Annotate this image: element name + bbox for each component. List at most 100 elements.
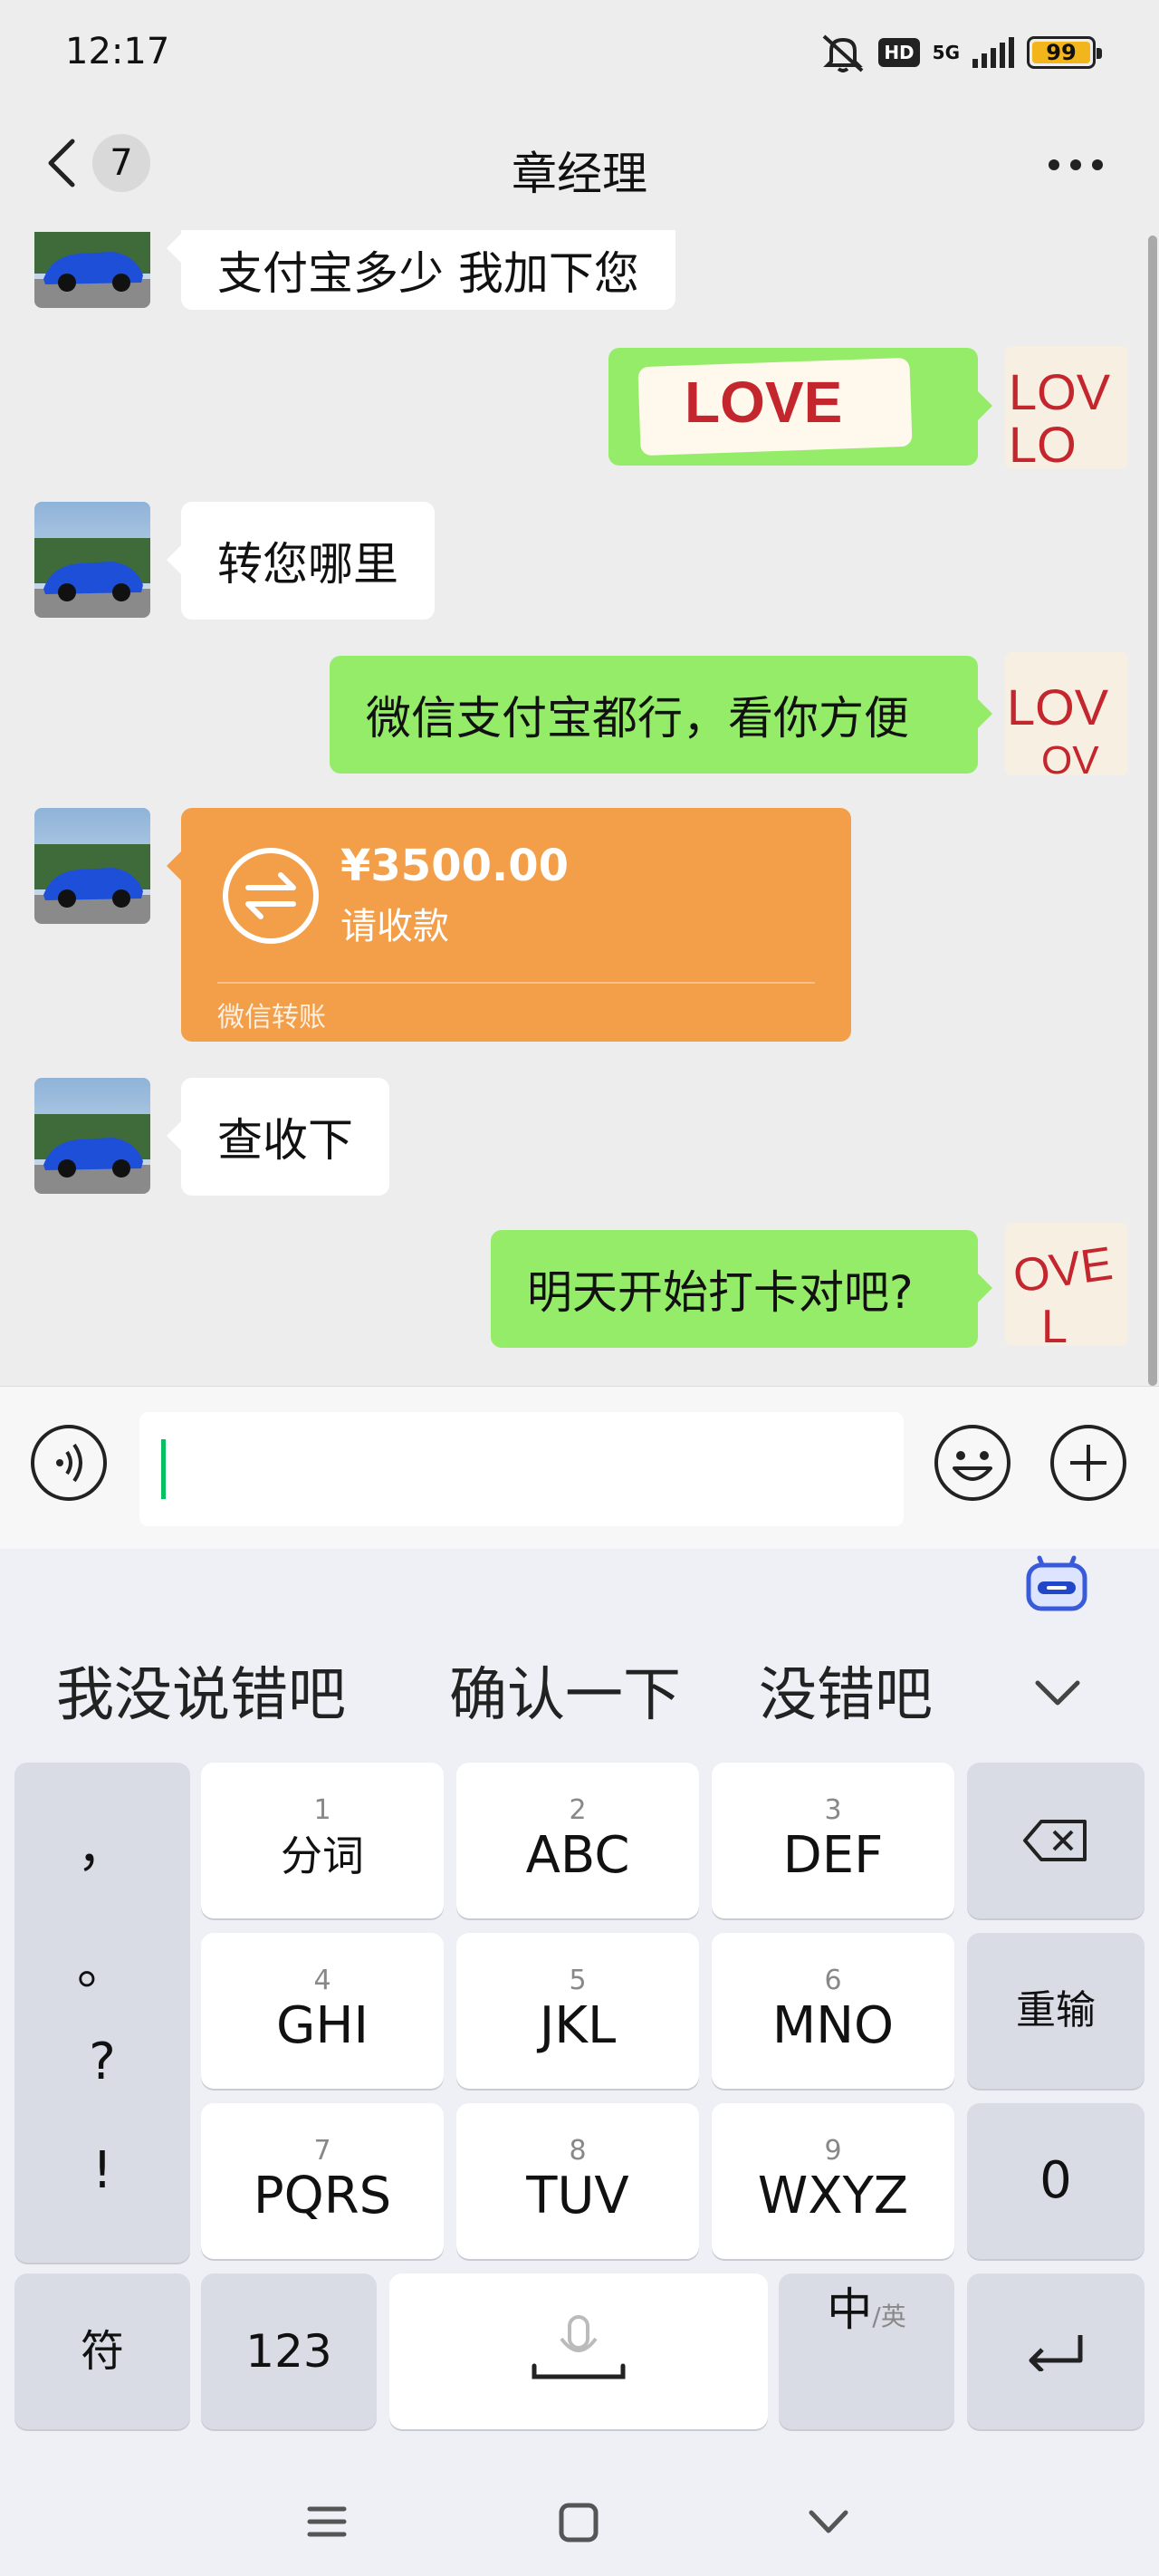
chevron-down-icon[interactable] [1032,1677,1083,1708]
message-bubble[interactable]: 转您哪里 [167,502,435,620]
key-number: 2 [569,1794,587,1826]
punct-key[interactable]: 。 [14,1926,190,1999]
message-bubble[interactable]: 明天开始打卡对吧? [491,1230,992,1348]
love-sticker-image: LOVE [637,358,913,456]
keyboard-assistant-bot-icon[interactable] [1023,1549,1090,1614]
key-label: 重输 [1016,1987,1096,2033]
key-label: 符 [80,2326,124,2377]
key-8[interactable]: 8 TUV [456,2103,699,2259]
my-avatar[interactable]: LOV LO [1005,346,1128,469]
punct-key[interactable]: ! [14,2141,190,2200]
key-number: 8 [569,2135,587,2167]
page-title: 章经理 [512,148,647,200]
menu-icon[interactable] [306,2504,348,2540]
key-number: 3 [824,1794,842,1826]
key-6[interactable]: 6 MNO [712,1933,954,2089]
sticker-text: LOVE [685,370,842,435]
key-label: GHI [275,1996,369,2055]
my-avatar[interactable]: LOV OV [1005,652,1128,775]
punctuation-column[interactable]: ， 。 ? ! [14,1763,190,2263]
mute-bell-icon [822,34,864,72]
more-options-icon[interactable] [1049,159,1103,170]
key-label: DEF [782,1826,884,1885]
voice-input-icon[interactable] [29,1423,109,1503]
key-9[interactable]: 9 WXYZ [712,2103,954,2259]
key-5[interactable]: 5 JKL [456,1933,699,2089]
svg-text:LO: LO [1009,416,1077,469]
message-bubble[interactable]: 查收下 [167,1078,389,1196]
key-label: ABC [525,1826,630,1885]
blue-sports-car-image [34,1078,150,1194]
key-number: 4 [313,1965,331,1996]
zero-key[interactable]: 0 [967,2103,1145,2259]
sticker-message[interactable]: LOVE [608,348,992,466]
message-text: 查收下 [217,1114,353,1167]
key-4[interactable]: 4 GHI [201,1933,444,2089]
transfer-card[interactable]: ¥3500.00 请收款 微信转账 [167,808,851,1042]
key-label: WXYZ [757,2167,909,2225]
microphone-space-icon [532,2315,626,2379]
love-avatar-image: OVEL [1005,1223,1128,1346]
transfer-status: 请收款 [340,906,449,947]
add-plus-icon[interactable] [1049,1423,1128,1503]
key-1[interactable]: 1 分词 [201,1763,444,1918]
transfer-arrows-icon [223,848,319,944]
signal-icon [972,37,1014,68]
battery-icon: 99 [1027,36,1102,69]
contact-avatar[interactable] [34,502,150,618]
space-key[interactable] [389,2273,768,2429]
suggestion-item[interactable]: 确认一下 [449,1648,681,1732]
my-avatar[interactable]: OVE L [1005,1223,1128,1346]
contact-avatar[interactable] [34,1078,150,1194]
key-label: JKL [539,1996,617,2055]
message-text: 微信支付宝都行，看你方便 [366,692,909,745]
suggestion-item[interactable]: 我没说错吧 [56,1648,346,1732]
suggestion-item[interactable]: 没错吧 [759,1648,933,1732]
symbol-key[interactable]: 符 [14,2273,190,2429]
ime-keyboard: 我没说错吧 确认一下 没错吧 ， 。 ? ! 1 分词 2 ABC 3 DEF 4 GH… [0,1549,1159,2576]
divider [217,982,815,984]
status-bar: 12:17 HD 5G 99 [0,0,1159,109]
system-nav-bar [0,2458,1159,2576]
backspace-key[interactable] [967,1763,1145,1918]
love-avatar-image: LOVOV [1005,652,1128,775]
key-label: 分词 [281,1831,364,1880]
svg-text:LOV: LOV [1007,678,1109,735]
number-mode-key[interactable]: 123 [201,2273,377,2429]
enter-key[interactable] [967,2273,1145,2429]
text-cursor [161,1439,166,1499]
message-text: 转您哪里 [217,538,398,591]
contact-avatar[interactable] [34,808,150,924]
reinput-key[interactable]: 重输 [967,1933,1145,2089]
battery-level: 99 [1046,40,1077,65]
svg-text:L: L [1041,1301,1068,1346]
key-sublabel: /英 [872,2302,906,2331]
back-down-chevron-icon[interactable] [808,2509,849,2536]
enter-icon [1029,2335,1083,2371]
key-label: PQRS [253,2167,392,2225]
message-bubble[interactable]: 微信支付宝都行，看你方便 [330,656,992,774]
key-3[interactable]: 3 DEF [712,1763,954,1918]
key-label: 123 [245,2325,332,2378]
chat-scrollbar[interactable] [1148,235,1157,1386]
emoji-icon[interactable] [933,1423,1012,1503]
transfer-amount: ¥3500.00 [340,841,570,891]
key-7[interactable]: 7 PQRS [201,2103,444,2259]
punct-key[interactable]: ， [14,1808,190,1881]
key-number: 6 [824,1965,842,1996]
key-number: 5 [569,1965,587,1996]
status-time: 12:17 [65,31,170,72]
key-number: 1 [313,1794,331,1826]
language-switch-key[interactable]: 中/英 [779,2273,954,2429]
key-label: MNO [771,1996,895,2055]
input-bar [0,1386,1159,1549]
status-icons: HD 5G 99 [820,33,1102,72]
home-square-icon[interactable] [558,2502,599,2543]
message-text: 支付宝多少 我加下您 [217,247,639,300]
punct-key[interactable]: ? [14,2033,190,2091]
blue-sports-car-image [34,502,150,618]
key-label: 0 [1039,2151,1072,2210]
message-input[interactable] [139,1412,904,1526]
key-2[interactable]: 2 ABC [456,1763,699,1918]
key-number: 7 [313,2135,331,2167]
